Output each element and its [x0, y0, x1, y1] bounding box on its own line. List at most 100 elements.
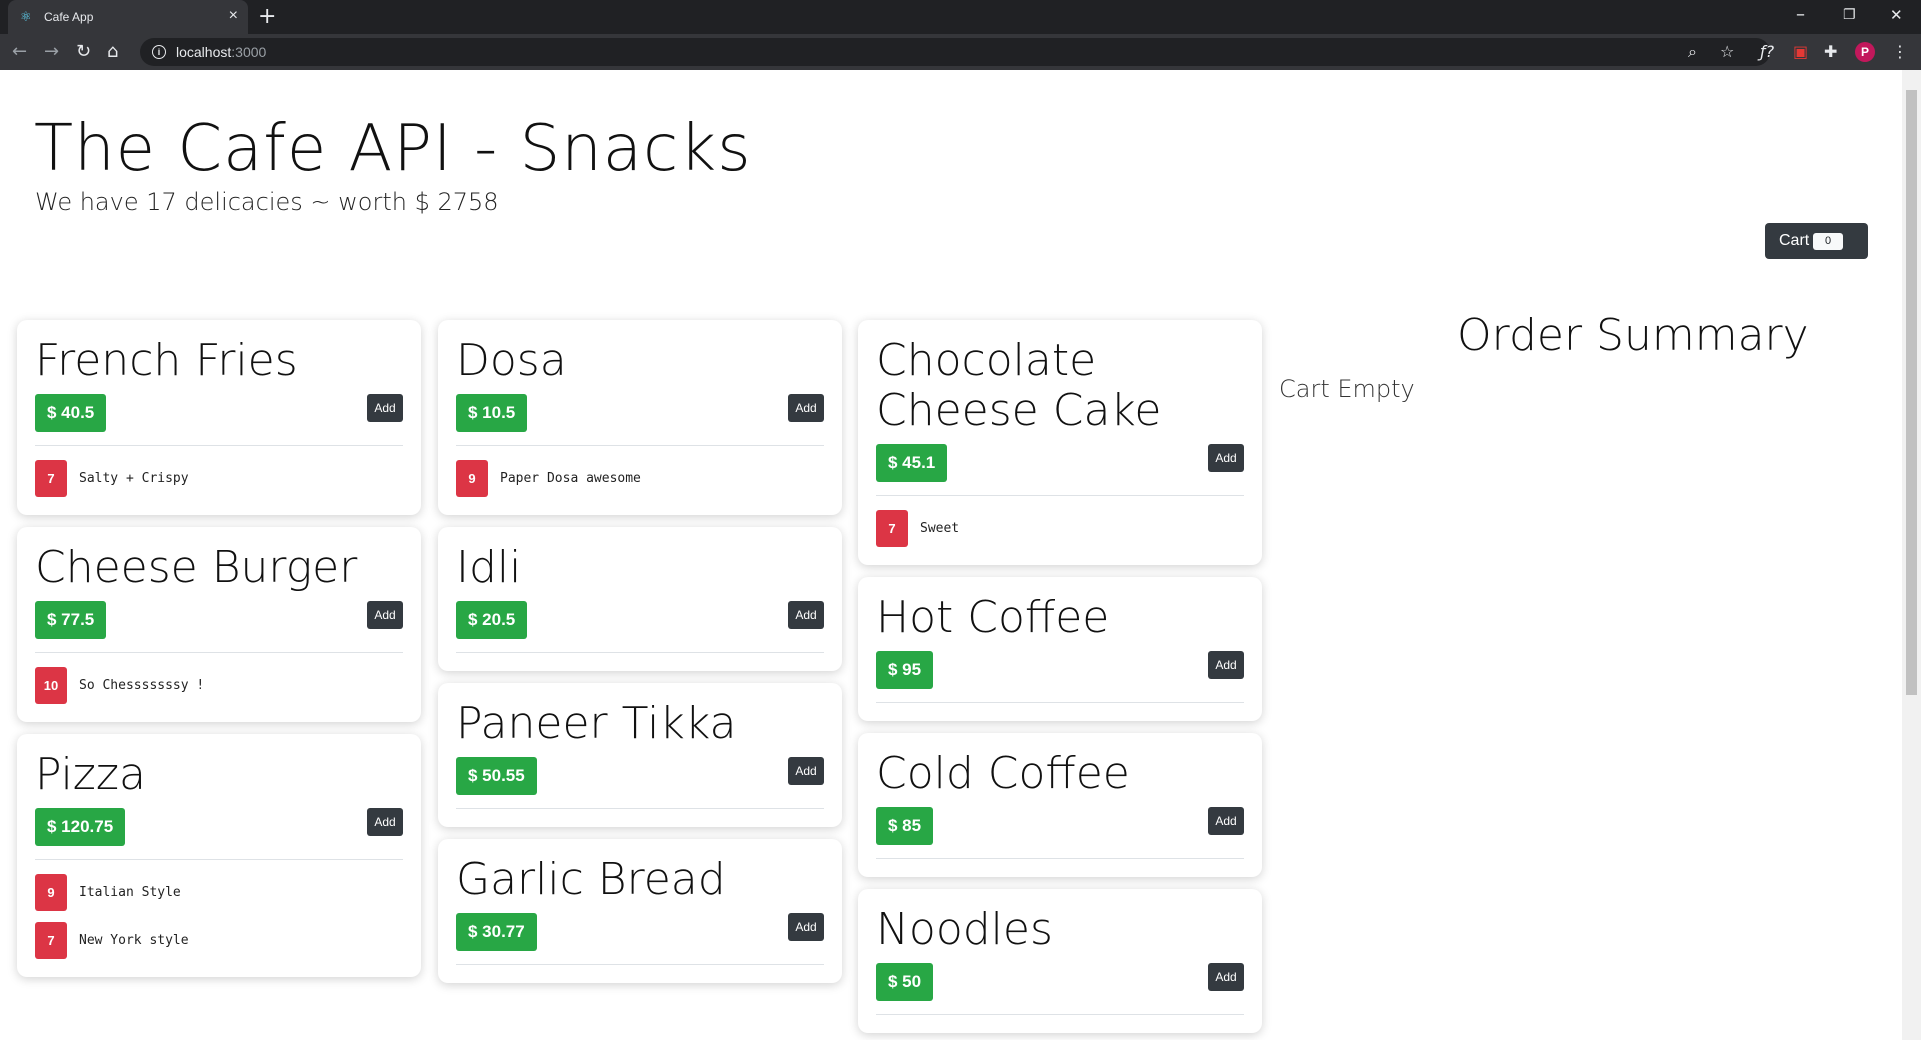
divider: [35, 652, 403, 653]
rating-comment: Italian Style: [79, 885, 181, 900]
add-to-cart-button[interactable]: Add: [367, 808, 403, 836]
page-subtitle: We have 17 delicacies ~ worth $ 2758: [35, 188, 499, 216]
menu-item-name: Paneer Tikka: [456, 698, 737, 749]
price-badge: $ 85: [876, 807, 934, 845]
react-logo-icon: ⚛: [20, 9, 32, 24]
rating-tag: 7 Sweet: [876, 510, 1244, 547]
price-row: $ 40.5 Add: [35, 394, 403, 432]
zoom-icon[interactable]: ⌕: [1688, 42, 1697, 62]
menu-item-card: Cold Coffee $ 85 Add: [858, 733, 1262, 877]
rating-tag: 7 New York style: [35, 922, 403, 959]
tab-title: Cafe App: [44, 10, 94, 24]
divider: [876, 858, 1244, 859]
puzzle-extensions-icon[interactable]: ✚: [1824, 42, 1837, 62]
add-to-cart-button[interactable]: Add: [1208, 807, 1244, 835]
menu-column-1: French Fries $ 40.5 Add 7 Salty + Crispy Chee…: [17, 320, 421, 989]
home-icon[interactable]: ⌂: [107, 41, 118, 63]
restore-icon[interactable]: ❐: [1843, 7, 1856, 23]
page-title: The Cafe API - Snacks: [34, 112, 752, 186]
price-badge: $ 77.5: [35, 601, 107, 639]
menu-item-name: Pizza: [35, 749, 146, 800]
price-badge: $ 40.5: [35, 394, 107, 432]
add-to-cart-button[interactable]: Add: [788, 913, 824, 941]
menu-item-card: Hot Coffee $ 95 Add: [858, 577, 1262, 721]
price-row: $ 95 Add: [876, 651, 1244, 689]
fonts-extension-icon[interactable]: ƒ?: [1760, 42, 1774, 62]
divider: [876, 495, 1244, 496]
cart-count-badge: 0: [1813, 233, 1843, 250]
add-to-cart-button[interactable]: Add: [1208, 963, 1244, 991]
add-to-cart-button[interactable]: Add: [367, 394, 403, 422]
menu-item-name: Chocolate Cheese Cake: [876, 335, 1162, 436]
add-to-cart-button[interactable]: Add: [788, 394, 824, 422]
rating-comment: Paper Dosa awesome: [500, 471, 641, 486]
menu-column-3: Chocolate Cheese Cake $ 45.1 Add 7 Sweet Hot …: [858, 320, 1262, 1040]
rating-number-badge: 7: [35, 460, 67, 497]
price-badge: $ 20.5: [456, 601, 528, 639]
scrollbar-thumb[interactable]: [1906, 90, 1917, 695]
divider: [456, 652, 824, 653]
menu-kebab-icon[interactable]: ⋮: [1892, 42, 1908, 62]
menu-item-name: Garlic Bread: [456, 854, 726, 905]
url-text: localhost:3000: [176, 44, 267, 60]
minimize-icon[interactable]: –: [1796, 4, 1805, 25]
add-to-cart-button[interactable]: Add: [1208, 444, 1244, 472]
price-row: $ 50 Add: [876, 963, 1244, 1001]
add-to-cart-button[interactable]: Add: [1208, 651, 1244, 679]
new-tab-icon[interactable]: +: [258, 5, 276, 29]
menu-item-name: Dosa: [456, 335, 567, 386]
price-badge: $ 50.55: [456, 757, 537, 795]
menu-item-name: Cold Coffee: [876, 748, 1130, 799]
browser-tab[interactable]: ⚛ Cafe App ×: [8, 0, 248, 34]
add-to-cart-button[interactable]: Add: [367, 601, 403, 629]
divider: [876, 702, 1244, 703]
menu-item-card: French Fries $ 40.5 Add 7 Salty + Crispy: [17, 320, 421, 515]
back-arrow-icon[interactable]: ←: [12, 41, 27, 63]
page-scrollbar[interactable]: [1902, 70, 1921, 1040]
rating-tag: 9 Paper Dosa awesome: [456, 460, 824, 497]
price-badge: $ 95: [876, 651, 934, 689]
profile-avatar[interactable]: P: [1855, 42, 1875, 62]
reload-icon[interactable]: ↻: [76, 41, 91, 63]
extension-icon[interactable]: ▣: [1793, 42, 1808, 62]
cart-button[interactable]: Cart 0: [1765, 223, 1868, 259]
rating-number-badge: 9: [35, 874, 67, 911]
price-row: $ 45.1 Add: [876, 444, 1244, 482]
cart-empty-text: Cart Empty: [1279, 375, 1415, 403]
close-tab-icon[interactable]: ×: [229, 7, 238, 25]
rating-tag: 9 Italian Style: [35, 874, 403, 911]
menu-column-2: Dosa $ 10.5 Add 9 Paper Dosa awesome Idli $ 20…: [438, 320, 842, 995]
menu-item-card: Pizza $ 120.75 Add 9 Italian Style 7 New York …: [17, 734, 421, 977]
menu-item-name: French Fries: [35, 335, 298, 386]
add-to-cart-button[interactable]: Add: [788, 601, 824, 629]
rating-number-badge: 9: [456, 460, 488, 497]
cart-label: Cart: [1779, 232, 1810, 249]
close-window-icon[interactable]: ✕: [1890, 6, 1903, 24]
add-to-cart-button[interactable]: Add: [788, 757, 824, 785]
price-row: $ 120.75 Add: [35, 808, 403, 846]
price-badge: $ 10.5: [456, 394, 528, 432]
forward-arrow-icon[interactable]: →: [44, 41, 59, 63]
price-badge: $ 120.75: [35, 808, 126, 846]
price-badge: $ 50: [876, 963, 934, 1001]
menu-item-card: Dosa $ 10.5 Add 9 Paper Dosa awesome: [438, 320, 842, 515]
divider: [876, 1014, 1244, 1015]
site-info-icon[interactable]: i: [152, 45, 166, 59]
divider: [456, 445, 824, 446]
menu-item-name: Cheese Burger: [35, 542, 358, 593]
rating-comment: Sweet: [920, 521, 960, 536]
bookmark-star-icon[interactable]: ☆: [1720, 42, 1734, 62]
menu-item-card: Chocolate Cheese Cake $ 45.1 Add 7 Sweet: [858, 320, 1262, 565]
rating-number-badge: 7: [876, 510, 908, 547]
price-badge: $ 45.1: [876, 444, 948, 482]
price-row: $ 50.55 Add: [456, 757, 824, 795]
divider: [35, 445, 403, 446]
rating-tag: 7 Salty + Crispy: [35, 460, 403, 497]
menu-item-card: Garlic Bread $ 30.77 Add: [438, 839, 842, 983]
price-row: $ 20.5 Add: [456, 601, 824, 639]
price-row: $ 85 Add: [876, 807, 1244, 845]
address-bar[interactable]: i localhost:3000: [140, 38, 1770, 66]
price-row: $ 10.5 Add: [456, 394, 824, 432]
menu-item-card: Cheese Burger $ 77.5 Add 10 So Chesssssssy !: [17, 527, 421, 722]
rating-number-badge: 7: [35, 922, 67, 959]
